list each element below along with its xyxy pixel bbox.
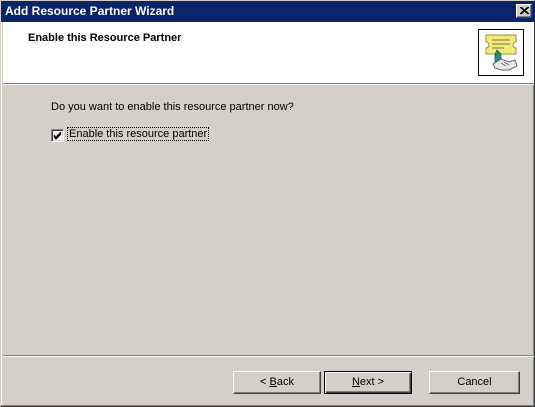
next-button[interactable]: Next > — [324, 371, 412, 394]
window-title: Add Resource Partner Wizard — [5, 4, 175, 18]
enable-checkbox-label[interactable]: Enable this resource partner — [66, 127, 210, 141]
wizard-header: Enable this Resource Partner — [3, 22, 534, 83]
enable-question: Do you want to enable this resource part… — [51, 101, 294, 113]
back-button-label: ack — [276, 376, 294, 388]
next-button-label: ext > — [359, 376, 385, 388]
back-button-mnemonic: B — [269, 376, 277, 388]
cancel-button-label: Cancel — [457, 376, 492, 388]
cancel-button[interactable]: Cancel — [429, 371, 520, 394]
wizard-handshake-certificate-icon — [478, 29, 524, 76]
next-button-mnemonic: N — [351, 376, 360, 388]
footer-divider-highlight — [3, 356, 534, 357]
back-button[interactable]: < Back — [233, 371, 321, 394]
enable-checkbox[interactable] — [51, 129, 64, 142]
header-divider-highlight — [3, 84, 534, 85]
checkmark-icon — [53, 131, 62, 140]
back-button-prefix: < — [260, 376, 270, 388]
title-bar[interactable]: Add Resource Partner Wizard — [1, 1, 535, 22]
wizard-window: Add Resource Partner Wizard Enable this … — [0, 0, 535, 407]
page-title: Enable this Resource Partner — [28, 32, 182, 44]
close-button[interactable] — [516, 4, 532, 18]
close-icon — [520, 7, 529, 15]
